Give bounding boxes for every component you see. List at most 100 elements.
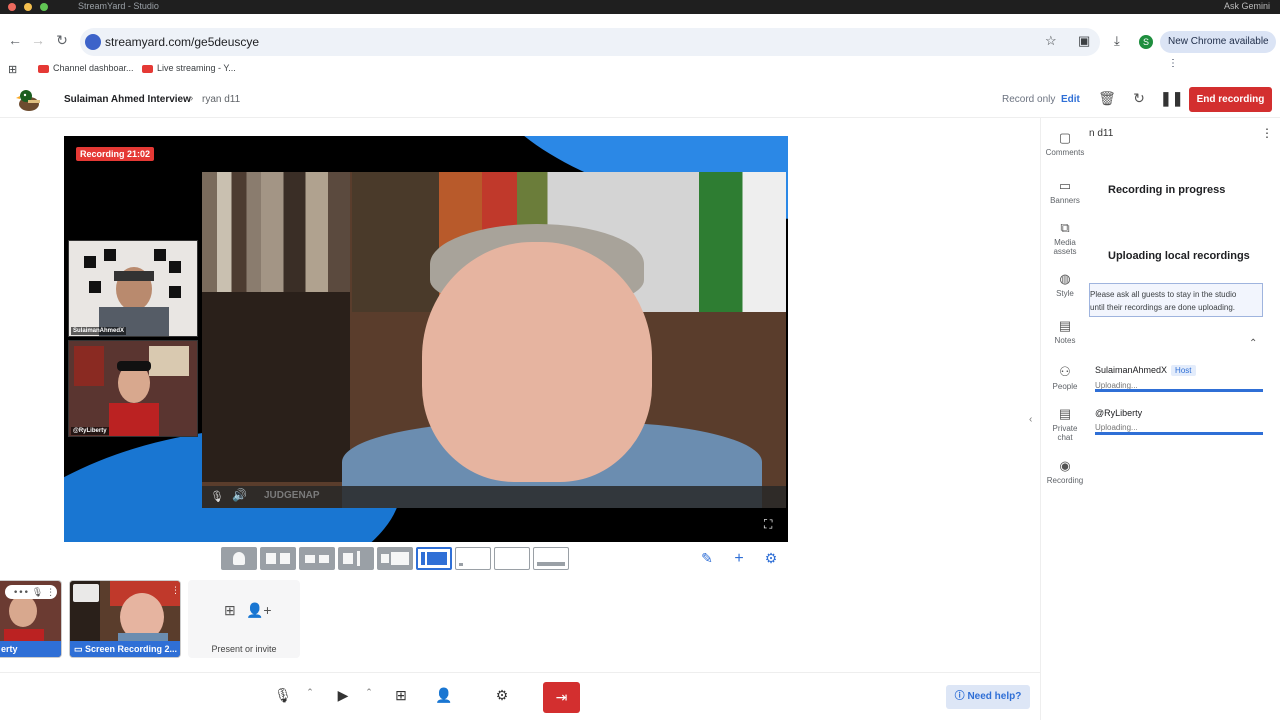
layout-group-button[interactable] [260,547,296,570]
mic-icon[interactable]: 🎙 [210,490,224,504]
guest-video-ryliberty[interactable]: @RyLiberty [68,340,198,437]
upload-notice-line: Please ask all guests to stay in the stu… [1090,290,1237,299]
layout-screen-button[interactable] [455,547,491,570]
profile-avatar[interactable]: S [1139,35,1153,49]
tab-style[interactable]: ◍ Style [1041,271,1089,298]
recording-status-card: Recording in progress [1089,164,1277,214]
refresh-icon[interactable]: ↻ [1129,90,1149,110]
upload-progress-bar [1095,389,1263,392]
session-name[interactable]: ryan d11 [202,94,240,105]
layout-side-button[interactable] [338,547,374,570]
browser-tab-title[interactable]: StreamYard - Studio [78,1,159,11]
more-options-icon[interactable]: ⋮ [1261,126,1273,140]
bookmark-channel-dashboard[interactable]: Channel dashboar... [38,63,134,73]
reload-icon[interactable]: ↻ [52,32,72,49]
panel-title: n d11 [1089,128,1114,139]
side-panel: ▢ Comments ▭ Banners ⧉ Media assets ◍ Style … [1040,118,1280,720]
main-screen-share-video[interactable]: 🎙 🔊 JUDGENAP [202,172,786,508]
project-name[interactable]: Sulaiman Ahmed Interview [64,94,191,105]
banner-icon: ▭ [1058,178,1072,193]
minimize-window-icon[interactable] [24,3,32,11]
cast-icon[interactable]: ▣ [1078,33,1090,49]
share-screen-icon[interactable]: ⊞ [389,687,413,707]
tab-private-chat[interactable]: ▤ Private chat [1041,406,1089,442]
source-tile-screen-recording[interactable]: ⋮ ▭ Screen Recording 2... [69,580,181,658]
trash-icon[interactable]: 🗑 [1097,90,1117,110]
camera-options-chevron-icon[interactable]: ⌃ [363,687,375,707]
video-watermark-handle: JUDGENAP [264,490,320,501]
leave-studio-button[interactable]: ⇥ [543,682,580,713]
layout-cinema-button[interactable] [533,547,569,570]
chevron-up-icon[interactable]: ⌃ [1249,338,1257,349]
new-chrome-button[interactable]: New Chrome available ⋮ [1160,31,1276,69]
fullscreen-icon[interactable]: ⛶ [764,517,772,532]
tab-label: Banners [1050,196,1080,205]
upload-notice: Please ask all guests to stay in the stu… [1089,283,1263,317]
need-help-label: Need help? [967,691,1022,702]
need-help-button[interactable]: ⓘ Need help? [946,685,1030,709]
edit-button[interactable]: Edit [1061,94,1080,105]
tab-banners[interactable]: ▭ Banners [1041,178,1089,205]
source-tray: ••• 🎙 ⋮ erty ⋮ ▭ Screen Recording 2... ⊞… [0,580,300,660]
app-header: Sulaiman Ahmed Interview › ryan d11 Reco… [0,82,1280,118]
palette-icon: ◍ [1059,271,1071,286]
pause-icon[interactable]: ❚❚ [1160,90,1183,110]
tab-people[interactable]: ⚇ People [1041,364,1089,391]
layout-pip-button[interactable] [416,547,452,570]
guest-name-label: SulaimanAhmedX [71,327,127,335]
bookmark-live-streaming[interactable]: Live streaming - Y... [142,63,236,73]
video-person-face [422,242,652,482]
invite-guest-icon[interactable]: 👤 [432,687,456,707]
broadcast-stage[interactable]: Recording 21:02 SulaimanAhmedX @RyLibert… [64,136,788,542]
present-or-invite-label: Present or invite [211,644,277,654]
record-mode-label: Record only [1002,94,1056,105]
side-panel-tabs: ▢ Comments ▭ Banners ⧉ Media assets ◍ Style … [1041,118,1089,720]
tab-recording[interactable]: ◉ Recording [1041,458,1089,485]
gear-icon[interactable]: ⚙ [762,550,780,567]
pencil-icon[interactable]: ✎ [698,550,716,567]
upload-status-card: Uploading local recordings [1089,230,1277,278]
new-chrome-label: New Chrome available [1168,36,1269,47]
layout-sidebar-button[interactable] [377,547,413,570]
comment-icon: ▢ [1058,130,1072,145]
streamyard-duck-logo[interactable] [16,87,42,113]
collapse-panel-chevron-icon[interactable]: ‹ [1029,414,1032,425]
address-bar[interactable]: streamyard.com/ge5deuscye [80,28,1100,56]
apps-grid-icon[interactable]: ⊞ [8,63,17,76]
svg-text:••• 🎙 ⋮: ••• 🎙 ⋮ [13,587,55,598]
maximize-window-icon[interactable] [40,3,48,11]
participant-upload-row: @RyLiberty Uploading... [1095,408,1265,435]
close-window-icon[interactable] [8,3,16,11]
end-recording-button[interactable]: End recording [1189,87,1272,112]
bookmarks-bar: ⊞ Channel dashboar... Live streaming - Y… [0,59,1280,79]
download-icon[interactable]: ⤓ [1114,33,1120,49]
tab-notes[interactable]: ▤ Notes [1041,318,1089,345]
url-text[interactable]: streamyard.com/ge5deuscye [105,35,259,49]
browser-navbar: ← → ↻ streamyard.com/ge5deuscye ☆ ▣ ⤓ S … [0,28,1280,69]
tab-media-assets[interactable]: ⧉ Media assets [1041,220,1089,256]
source-tile-ryliberty[interactable]: ••• 🎙 ⋮ erty [0,580,62,658]
layout-blank-button[interactable] [494,547,530,570]
tab-comments[interactable]: ▢ Comments [1041,130,1089,157]
layout-leader-button[interactable] [299,547,335,570]
tab-label: Recording [1046,476,1084,485]
layout-solo-button[interactable] [221,547,257,570]
mic-options-chevron-icon[interactable]: ⌃ [304,687,316,707]
ask-gemini-button[interactable]: Ask Gemini [1224,1,1270,11]
tab-label: Notes [1054,336,1076,345]
settings-icon[interactable]: ⚙ [490,687,514,707]
guest-video-sulaiman[interactable]: SulaimanAhmedX [68,240,198,337]
participant-upload-row: SulaimanAhmedX Host Uploading... [1095,365,1265,392]
volume-icon[interactable]: 🔊 [232,488,247,502]
plus-icon[interactable]: + [730,550,748,568]
camera-icon[interactable]: ▶ [331,687,355,707]
chat-icon: ▤ [1058,406,1072,421]
participant-upload-status: Uploading... [1095,423,1138,432]
forward-icon[interactable]: → [28,32,48,48]
studio-bottom-bar: 🎙 ⌃ ▶ ⌃ ⊞ 👤 ⚙ ⇥ ⓘ Need help? [0,672,1040,720]
microphone-icon[interactable]: 🎙 [271,687,295,707]
present-or-invite-button[interactable]: ⊞ 👤+ Present or invite [188,580,300,658]
star-icon[interactable]: ☆ [1045,33,1057,49]
back-icon[interactable]: ← [5,32,25,48]
tab-label: People [1052,382,1078,391]
